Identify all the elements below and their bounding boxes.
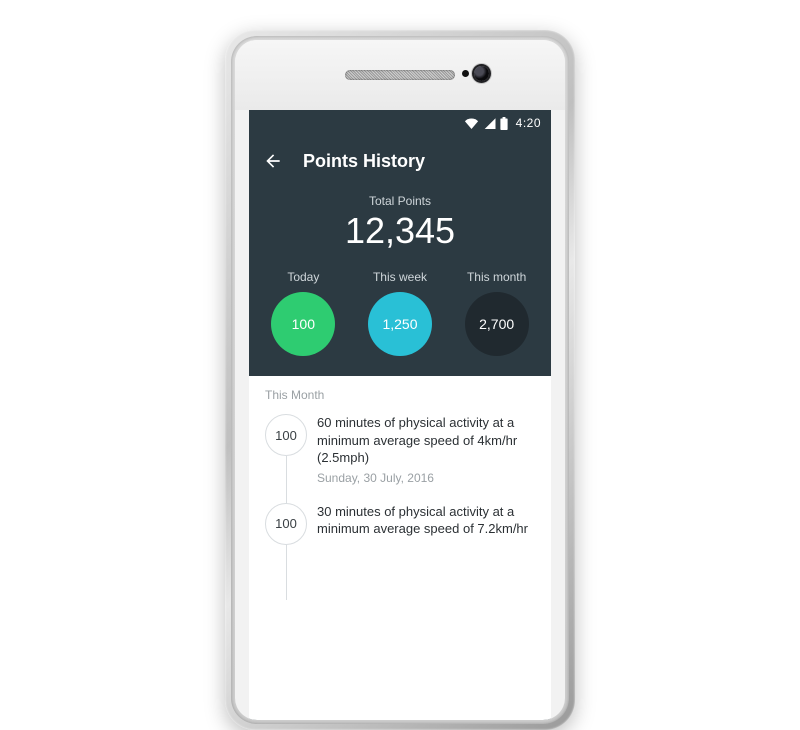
stats-row: Today 100 This week 1,250 This month 2,7… — [249, 256, 551, 376]
stat-value-circle: 100 — [271, 292, 335, 356]
phone-camera — [474, 66, 489, 81]
activity-text: 60 minutes of physical activity at a min… — [317, 414, 535, 467]
wifi-icon — [464, 117, 479, 129]
activity-text: 30 minutes of physical activity at a min… — [317, 503, 535, 538]
stat-caption: Today — [287, 270, 319, 284]
stat-value-circle: 2,700 — [465, 292, 529, 356]
status-bar: 4:20 — [249, 110, 551, 136]
app-screen: 4:20 Points History Total Points 12,345 … — [249, 110, 551, 720]
status-bar-time: 4:20 — [516, 116, 541, 130]
stat-caption: This month — [467, 270, 526, 284]
phone-speaker — [345, 70, 455, 80]
back-icon[interactable] — [263, 151, 283, 171]
total-points-block: Total Points 12,345 — [249, 186, 551, 256]
stat-this-month[interactable]: This month 2,700 — [465, 270, 529, 356]
points-badge: 100 — [265, 414, 307, 456]
phone-sensor — [462, 70, 469, 77]
phone-top-bezel — [235, 40, 565, 110]
points-badge: 100 — [265, 503, 307, 545]
stat-today[interactable]: Today 100 — [271, 270, 335, 356]
total-value: 12,345 — [249, 210, 551, 252]
timeline[interactable]: 100 60 minutes of physical activity at a… — [265, 414, 535, 560]
history-panel: This Month 100 60 minutes of physical ac… — [249, 376, 551, 720]
page-title: Points History — [303, 151, 425, 172]
stat-caption: This week — [373, 270, 427, 284]
stat-value-circle: 1,250 — [368, 292, 432, 356]
section-caption: This Month — [265, 388, 535, 402]
phone-frame: 4:20 Points History Total Points 12,345 … — [225, 30, 575, 730]
battery-icon — [500, 117, 508, 130]
app-bar: Points History — [249, 136, 551, 186]
stat-this-week[interactable]: This week 1,250 — [368, 270, 432, 356]
list-item[interactable]: 100 60 minutes of physical activity at a… — [317, 414, 535, 503]
signal-icon — [483, 117, 496, 129]
activity-date: Sunday, 30 July, 2016 — [317, 471, 535, 485]
total-label: Total Points — [249, 194, 551, 208]
list-item[interactable]: 100 30 minutes of physical activity at a… — [317, 503, 535, 560]
